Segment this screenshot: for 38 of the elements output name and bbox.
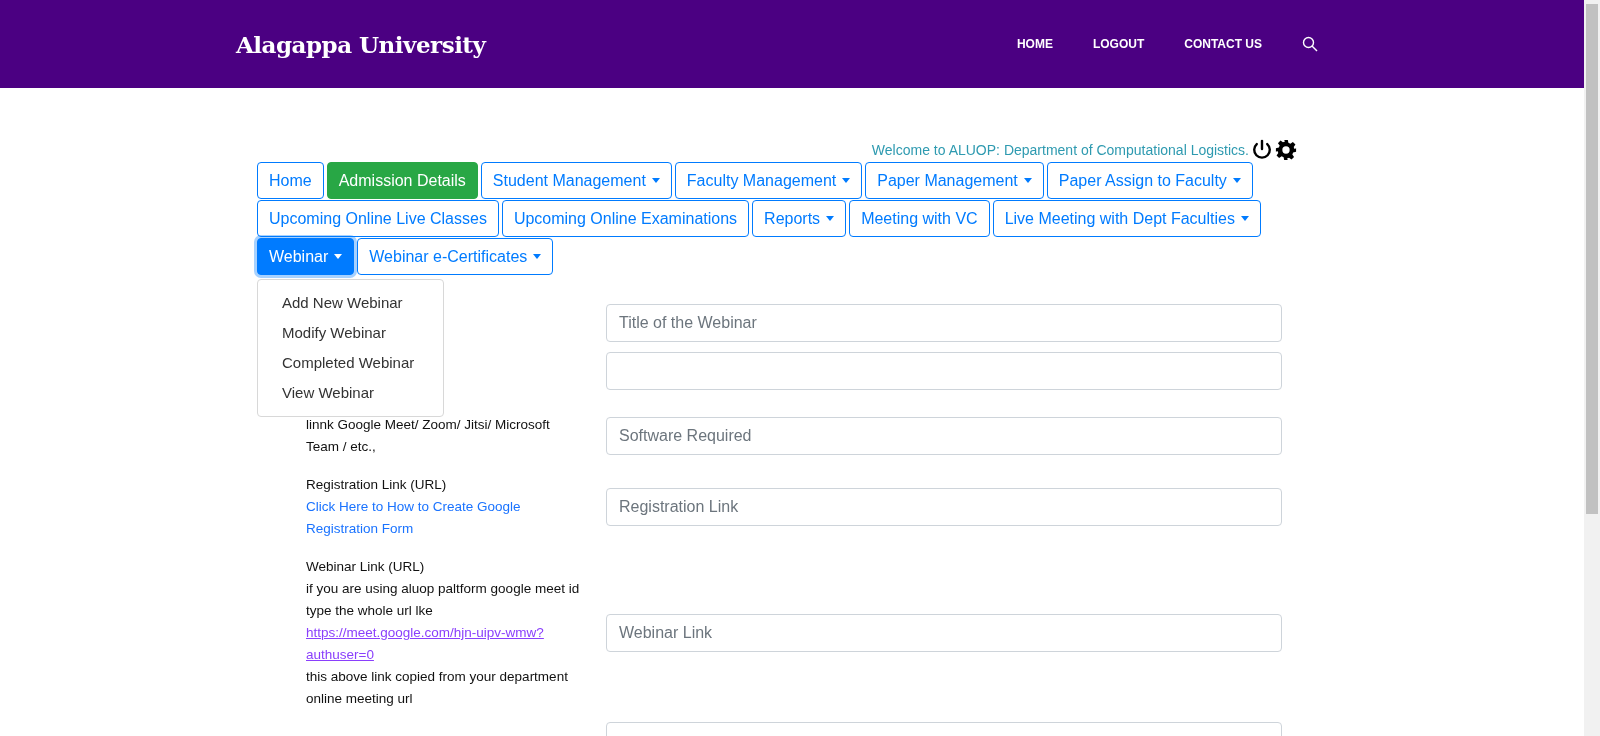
help-link[interactable]: https://meet.google.com/hjn-uipv-wmw?authuser=0 (306, 622, 584, 666)
welcome-text: Welcome to ALUOP: Department of Computational Logistics. (871, 142, 1249, 158)
brand-title: Alagappa University (236, 30, 486, 58)
settings-icon[interactable] (1275, 139, 1297, 161)
dropdown-item[interactable]: Modify Webinar (258, 318, 443, 348)
text-field[interactable]: Title of the Webinar (606, 304, 1282, 342)
help-link[interactable]: Click Here to How to Create Google Registration Form (306, 496, 584, 540)
nav-link[interactable]: CONTACT US (1184, 37, 1262, 51)
text-field[interactable]: Registration Link (606, 488, 1282, 526)
nav-link[interactable]: HOME (1016, 37, 1053, 51)
text-field[interactable]: Webinar Link (606, 614, 1282, 652)
dropdown-item[interactable]: View Webinar (258, 378, 443, 408)
field-label: Webinar Link (URL) (306, 558, 426, 576)
menu-button[interactable]: Upcoming Online Live Classes (257, 200, 499, 237)
search-icon[interactable] (1302, 36, 1318, 52)
menu-button[interactable]: Home (257, 162, 324, 199)
field-label: Registration Link (URL) (306, 476, 448, 494)
dropdown-item[interactable]: Add New Webinar (258, 288, 443, 318)
field-label: this above link copied from your department online meeting url (306, 668, 569, 708)
power-icon[interactable] (1251, 139, 1273, 161)
scrollbar[interactable] (1584, 0, 1600, 736)
menu-button[interactable]: Paper Assign to Faculty (1046, 162, 1253, 199)
dropdown-item[interactable]: Completed Webinar (258, 348, 443, 378)
nav-link[interactable]: LOGOUT (1092, 37, 1145, 51)
menu-button[interactable]: Student Management (480, 162, 672, 199)
text-field[interactable]: Software Required (606, 417, 1282, 455)
menu-button[interactable]: Meeting with VC (849, 200, 990, 237)
menu-button[interactable]: Webinar e-Certificates (357, 238, 554, 275)
menu-button[interactable]: Live Meeting with Dept Faculties (992, 200, 1261, 237)
menu-button[interactable]: Reports (752, 200, 847, 237)
field-label: linnk Google Meet/ Zoom/ Jitsi/ Microsoft Team / etc., (306, 416, 551, 456)
field-label: if you are using aluop paltform google meet id type the whole url lke (306, 580, 581, 620)
text-field[interactable] (606, 352, 1282, 390)
menu-button[interactable]: Webinar (257, 238, 355, 275)
menu-button[interactable]: Upcoming Online Examinations (501, 200, 750, 237)
menu-button[interactable]: Faculty Management (674, 162, 863, 199)
menu-button[interactable]: Admission Details (326, 162, 478, 199)
menu-button[interactable]: Paper Management (865, 162, 1044, 199)
